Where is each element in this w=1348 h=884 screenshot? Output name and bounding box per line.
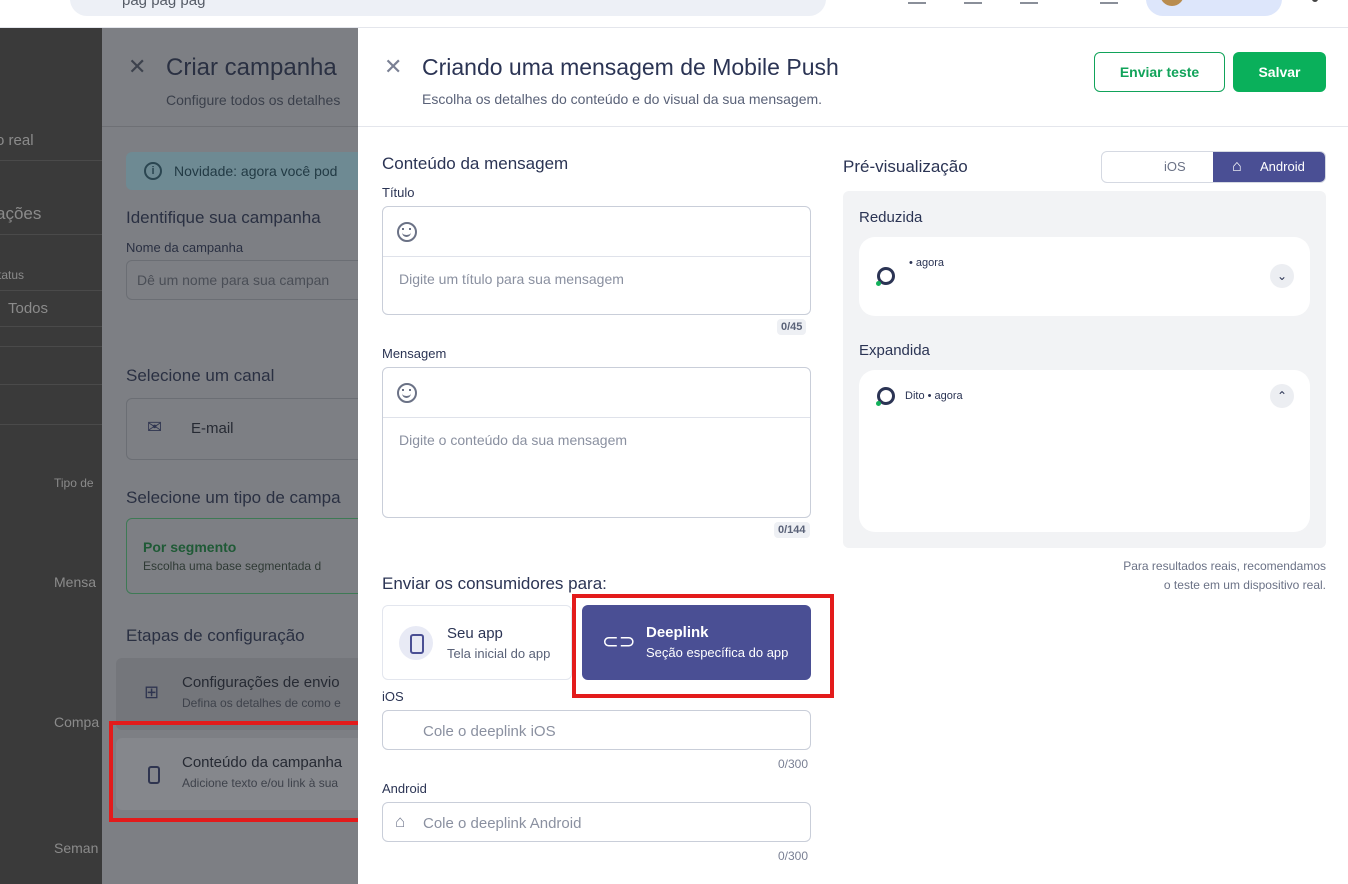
android-icon: ⌂ xyxy=(1232,158,1242,175)
notice-banner: i Novidade: agora você pod xyxy=(126,152,358,190)
message-editor[interactable]: Digite o conteúdo da sua mensagem xyxy=(382,367,811,518)
channel-label: E-mail xyxy=(191,420,234,437)
android-deeplink-input[interactable] xyxy=(423,811,793,835)
bg-text: Seman xyxy=(54,840,99,856)
close-icon[interactable]: ✕ xyxy=(384,54,402,80)
preview-area: Reduzida • agora ⌄ Expandida Dito • agor… xyxy=(843,191,1326,548)
mail-icon: ✉ xyxy=(147,417,163,437)
highlight-box xyxy=(109,721,364,822)
panel-title: Criando uma mensagem de Mobile Push xyxy=(422,54,839,80)
bg-text: Mensa xyxy=(54,574,97,590)
highlight-box xyxy=(572,594,834,698)
option-title: Seu app xyxy=(447,625,503,642)
bg-text: ações xyxy=(0,204,42,223)
collapsed-label: Reduzida xyxy=(859,209,923,226)
message-counter: 0/144 xyxy=(774,522,810,538)
campaign-name-input[interactable]: Dê um nome para sua campan xyxy=(126,260,358,300)
preview-note: Para resultados reais, recomendamos o te… xyxy=(1123,557,1326,595)
title-editor[interactable]: Digite um título para sua mensagem xyxy=(382,206,811,315)
close-icon[interactable]: ✕ xyxy=(128,54,146,80)
destination-option-app[interactable]: Seu app Tela inicial do app xyxy=(382,605,572,680)
toggle-label: iOS xyxy=(1164,159,1186,174)
browser-toolbar: pag pag pag xyxy=(0,0,1348,28)
title-placeholder: Digite um título para sua mensagem xyxy=(399,271,624,287)
option-sub: Tela inicial do app xyxy=(447,646,551,661)
section-title: Identifique sua campanha xyxy=(126,208,321,227)
step-send-settings[interactable]: ⊞ Configurações de envio Defina os detal… xyxy=(116,658,358,730)
emoji-icon[interactable] xyxy=(397,383,417,403)
ios-deeplink-input[interactable] xyxy=(423,719,793,743)
type-sub: Escolha uma base segmentada d xyxy=(143,559,322,573)
save-button[interactable]: Salvar xyxy=(1233,52,1326,92)
drawer-title: Criar campanha xyxy=(166,54,337,81)
send-test-button[interactable]: Enviar teste xyxy=(1094,52,1225,92)
ios-counter: 0/300 xyxy=(778,757,809,771)
bg-text: o real xyxy=(0,132,34,149)
toggle-ios[interactable]: iOS xyxy=(1102,152,1213,182)
android-deeplink-field[interactable]: ⌂ xyxy=(382,802,811,842)
section-title: Selecione um tipo de campa xyxy=(126,488,341,507)
drawer-subtitle: Configure todos os detalhes xyxy=(166,92,341,108)
message-label: Mensagem xyxy=(382,346,447,361)
step-title: Configurações de envio xyxy=(182,674,340,691)
notice-text: Novidade: agora você pod xyxy=(174,163,338,179)
chevron-down-icon[interactable]: ⌄ xyxy=(1270,264,1294,288)
section-title: Etapas de configuração xyxy=(126,626,305,645)
field-label: Nome da campanha xyxy=(126,240,244,255)
toolbar-icon[interactable] xyxy=(908,0,926,4)
preview-title: Pré-visualização xyxy=(843,157,968,176)
emoji-icon[interactable] xyxy=(397,222,417,242)
notification-meta: • agora xyxy=(909,257,945,269)
expanded-label: Expandida xyxy=(859,342,930,359)
ios-deeplink-field[interactable] xyxy=(382,710,811,750)
title-counter: 0/45 xyxy=(777,319,807,335)
notification-expanded: Dito • agora ⌃ xyxy=(859,370,1310,532)
section-title: Selecione um canal xyxy=(126,366,275,385)
toolbar-icon[interactable] xyxy=(1100,0,1118,4)
android-counter: 0/300 xyxy=(778,849,809,863)
channel-card-email[interactable]: ✉ E-mail xyxy=(126,398,358,460)
app-logo-icon xyxy=(876,267,895,286)
bg-text: Compa xyxy=(54,714,100,730)
type-card-segment[interactable]: Por segmento Escolha uma base segmentada… xyxy=(126,518,358,594)
placeholder-text: Dê um nome para sua campan xyxy=(137,272,330,288)
section-title: Conteúdo da mensagem xyxy=(382,154,569,173)
title-label: Título xyxy=(382,185,415,200)
section-title: Enviar os consumidores para: xyxy=(382,574,607,593)
panel-subtitle: Escolha os detalhes do conteúdo e do vis… xyxy=(422,91,823,107)
android-label: Android xyxy=(382,781,427,796)
grid-icon: ⊞ xyxy=(144,682,160,702)
app-logo-icon xyxy=(876,387,895,406)
info-icon: i xyxy=(144,162,162,180)
message-placeholder: Digite o conteúdo da sua mensagem xyxy=(399,432,628,448)
notification-meta: Dito • agora xyxy=(905,390,963,402)
note-line: o teste em um dispositivo real. xyxy=(1163,578,1326,592)
notification-collapsed: • agora ⌄ xyxy=(859,237,1310,316)
note-line: Para resultados reais, recomendamos xyxy=(1123,559,1326,573)
bg-text: tatus xyxy=(0,268,25,282)
bg-text: Tipo de xyxy=(54,476,94,490)
mobile-push-panel: ✕ Criando uma mensagem de Mobile Push Es… xyxy=(358,28,1348,884)
toolbar-icon[interactable] xyxy=(1020,0,1038,4)
background-page: o real ações tatus Todos Tipo de Mensa C… xyxy=(0,28,102,884)
more-menu-icon[interactable] xyxy=(1312,0,1318,2)
type-title: Por segmento xyxy=(143,539,237,555)
step-sub: Defina os detalhes de como e xyxy=(182,696,341,710)
android-icon: ⌂ xyxy=(395,812,406,831)
bg-text: Todos xyxy=(8,300,49,317)
toolbar-icon[interactable] xyxy=(964,0,982,4)
ios-label: iOS xyxy=(382,689,404,704)
platform-toggle[interactable]: iOS ⌂ Android xyxy=(1101,151,1326,183)
chevron-up-icon[interactable]: ⌃ xyxy=(1270,384,1294,408)
phone-icon xyxy=(399,626,433,660)
address-bar-text: pag pag pag xyxy=(122,0,206,9)
toggle-android[interactable]: ⌂ Android xyxy=(1213,152,1325,182)
toggle-label: Android xyxy=(1260,159,1305,174)
